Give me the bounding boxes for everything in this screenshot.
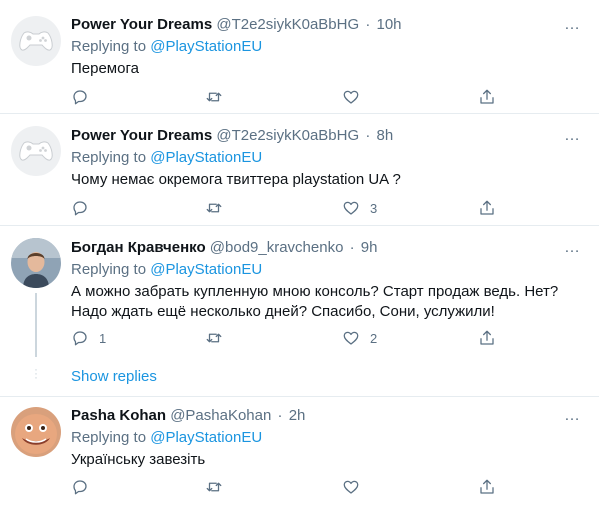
tweet[interactable]: · · · Богдан Кравченко @bod9_kravchenko · … [0, 226, 599, 396]
tweet-text: А можно забрать купленную мною консоль? … [71, 283, 559, 320]
mention-link[interactable]: @PlayStationEU [150, 261, 262, 278]
tweet-text: Чому немає окремога твиттера playstation… [71, 171, 401, 188]
replying-prefix: Replying to [71, 429, 147, 446]
share-icon [480, 200, 494, 215]
tweet-header: Power Your Dreams @T2e2siykK0aBbHG · 10h… [71, 15, 589, 35]
reply-icon [73, 331, 87, 346]
retweet-icon [206, 92, 222, 102]
display-name[interactable]: Pasha Kohan [71, 407, 166, 424]
more-options-icon[interactable]: … [564, 126, 581, 146]
separator: · [349, 239, 355, 256]
tweet-text: Українську завезіть [71, 451, 206, 468]
replying-prefix: Replying to [71, 149, 147, 166]
user-handle[interactable]: @T2e2siykK0aBbHG [216, 16, 359, 33]
tweet-header: Pasha Kohan @PashaKohan · 2h … [71, 406, 589, 426]
user-handle[interactable]: @bod9_kravchenko [210, 239, 344, 256]
share-icon [480, 89, 494, 104]
more-options-icon[interactable]: … [564, 238, 581, 258]
reply-button[interactable]: 1 [71, 327, 106, 349]
tweet-actions: 3 [71, 197, 494, 219]
like-button[interactable] [342, 86, 370, 108]
tweet[interactable]: Power Your Dreams @T2e2siykK0aBbHG · 10h… [0, 0, 599, 113]
display-name[interactable]: Power Your Dreams [71, 127, 212, 144]
reply-icon [73, 90, 87, 105]
retweet-icon [206, 482, 222, 492]
tweet-text: Перемога [71, 60, 139, 77]
person-avatar[interactable] [11, 238, 61, 288]
tweet-actions [71, 86, 494, 108]
tweet[interactable]: Pasha Kohan @PashaKohan · 2h … Replying … [0, 397, 599, 507]
replying-to: Replying to @PlayStationEU [71, 260, 589, 280]
heart-icon [343, 201, 359, 215]
replying-prefix: Replying to [71, 38, 147, 55]
timestamp[interactable]: 8h [376, 127, 393, 144]
separator: · [365, 127, 371, 144]
like-count: 3 [370, 200, 378, 216]
share-button[interactable] [478, 197, 496, 219]
thread-line [35, 293, 37, 357]
share-button[interactable] [478, 86, 496, 108]
share-button[interactable] [478, 476, 496, 498]
user-handle[interactable]: @PashaKohan [170, 407, 271, 424]
heart-icon [343, 90, 359, 104]
mention-link[interactable]: @PlayStationEU [150, 429, 262, 446]
replying-to: Replying to @PlayStationEU [71, 428, 589, 448]
display-name[interactable]: Power Your Dreams [71, 16, 212, 33]
tweet-actions [71, 476, 494, 498]
face-avatar[interactable] [11, 407, 61, 457]
tweet-header: Power Your Dreams @T2e2siykK0aBbHG · 8h … [71, 126, 589, 146]
reply-button[interactable] [71, 86, 99, 108]
retweet-button[interactable] [205, 327, 233, 349]
retweet-button[interactable] [205, 476, 233, 498]
gamepad-avatar[interactable] [11, 126, 61, 176]
reply-icon [73, 201, 87, 216]
separator: · [277, 407, 283, 424]
user-handle[interactable]: @T2e2siykK0aBbHG [216, 127, 359, 144]
tweet-actions: 1 2 [71, 327, 494, 349]
share-icon [480, 479, 494, 494]
tweet-header: Богдан Кравченко @bod9_kravchenko · 9h … [71, 238, 589, 258]
mention-link[interactable]: @PlayStationEU [150, 149, 262, 166]
reply-button[interactable] [71, 197, 99, 219]
more-options-icon[interactable]: … [564, 15, 581, 35]
replying-to: Replying to @PlayStationEU [71, 148, 589, 168]
timestamp[interactable]: 2h [289, 407, 306, 424]
like-button[interactable]: 2 [342, 327, 377, 349]
share-button[interactable] [478, 327, 496, 349]
heart-icon [343, 331, 359, 345]
heart-icon [343, 480, 359, 494]
separator: · [365, 16, 371, 33]
retweet-button[interactable] [205, 197, 233, 219]
like-button[interactable] [342, 476, 370, 498]
replying-prefix: Replying to [71, 261, 147, 278]
gamepad-avatar[interactable] [11, 16, 61, 66]
more-options-icon[interactable]: … [564, 406, 581, 426]
retweet-icon [206, 203, 222, 213]
reply-button[interactable] [71, 476, 99, 498]
share-icon [480, 330, 494, 345]
thread-dots: · · · [34, 362, 38, 384]
like-count: 2 [370, 330, 378, 346]
reply-icon [73, 480, 87, 495]
like-button[interactable]: 3 [342, 197, 377, 219]
timestamp[interactable]: 10h [376, 16, 401, 33]
replying-to: Replying to @PlayStationEU [71, 37, 589, 57]
show-replies-link[interactable]: Show replies [71, 368, 157, 385]
retweet-button[interactable] [205, 86, 233, 108]
tweet[interactable]: Power Your Dreams @T2e2siykK0aBbHG · 8h … [0, 114, 599, 224]
reply-count: 1 [99, 330, 107, 346]
retweet-icon [206, 333, 222, 343]
display-name[interactable]: Богдан Кравченко [71, 239, 206, 256]
mention-link[interactable]: @PlayStationEU [150, 38, 262, 55]
timestamp[interactable]: 9h [361, 239, 378, 256]
